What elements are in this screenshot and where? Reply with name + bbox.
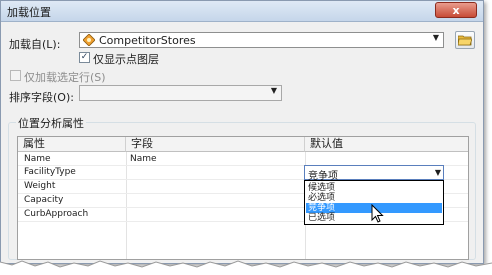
row-name-field[interactable]: Name — [130, 154, 157, 164]
facility-type-default-combo[interactable]: 竞争项 ▼ — [304, 165, 444, 182]
column-header-field[interactable]: 字段 — [126, 137, 305, 152]
dropdown-option-required[interactable]: 必选项 — [306, 193, 442, 203]
column-header-default[interactable]: 默认值 — [305, 137, 468, 152]
show-point-layers-label: 仅显示点图层 — [93, 53, 159, 66]
layer-diamond-icon — [82, 33, 96, 49]
location-analysis-group-label: 位置分析属性 — [16, 115, 86, 131]
torn-edge-decoration — [0, 260, 492, 275]
load-selected-rows-checkbox[interactable] — [10, 70, 21, 81]
close-button[interactable]: x — [435, 2, 477, 18]
load-from-combo[interactable]: CompetitorStores ▼ — [79, 32, 444, 48]
row-curbapproach-property[interactable]: CurbApproach — [24, 209, 88, 219]
open-folder-icon — [457, 34, 473, 49]
row-name-property[interactable]: Name — [24, 154, 51, 164]
mouse-pointer-icon — [371, 203, 385, 224]
browse-button[interactable] — [455, 31, 475, 49]
row-weight-property[interactable]: Weight — [24, 181, 55, 191]
column-header-property[interactable]: 属性 — [18, 137, 126, 152]
row-facilitytype-property[interactable]: FacilityType — [24, 167, 76, 177]
chevron-down-icon[interactable]: ▼ — [429, 33, 443, 47]
load-selected-rows-label: 仅加载选定行(S) — [24, 71, 106, 84]
load-from-label: 加载自(L): — [9, 38, 61, 51]
dropdown-option-candidate[interactable]: 候选项 — [306, 183, 442, 193]
title-bar[interactable]: 加载位置 x — [1, 1, 483, 22]
load-from-value: CompetitorStores — [99, 34, 196, 47]
chevron-down-icon[interactable]: ▼ — [267, 86, 281, 100]
column-divider — [126, 152, 127, 259]
show-point-layers-checkbox[interactable]: ✓ — [79, 52, 90, 63]
sort-field-combo[interactable]: ▼ — [79, 85, 282, 101]
row-capacity-property[interactable]: Capacity — [24, 195, 63, 205]
chevron-down-icon[interactable]: ▼ — [435, 168, 441, 177]
sort-field-label: 排序字段(O): — [9, 91, 74, 104]
dialog-title: 加载位置 — [7, 6, 51, 19]
